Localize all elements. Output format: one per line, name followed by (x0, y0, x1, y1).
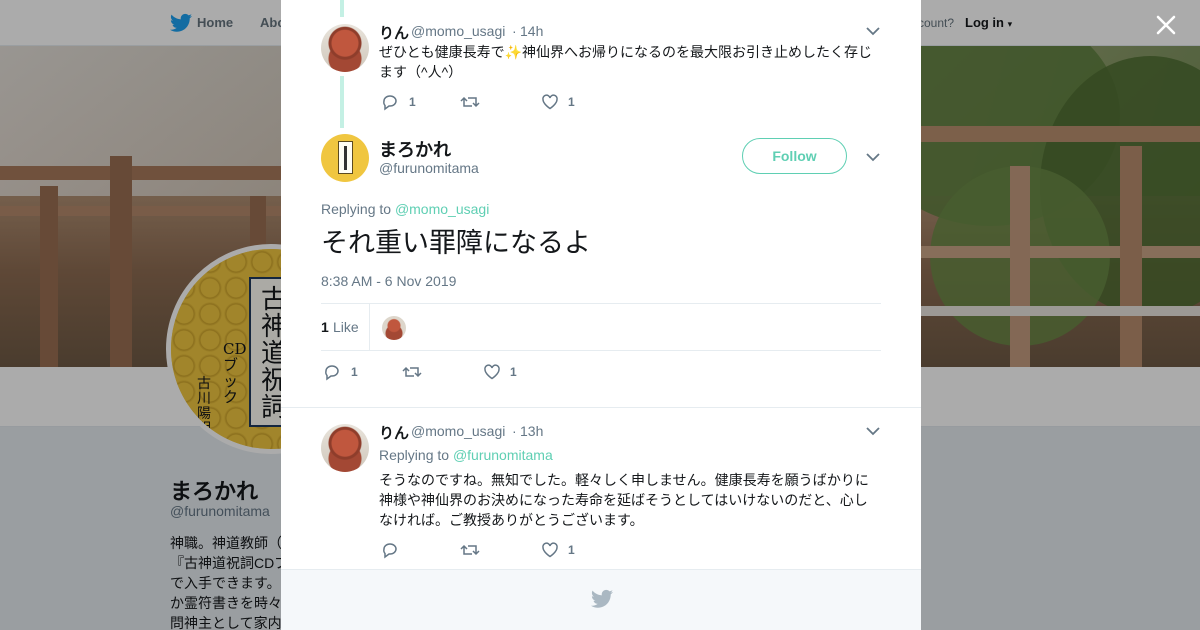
like-stat-count[interactable]: 1 (321, 319, 329, 335)
tweet-text: ぜひとも健康長寿で✨神仙界へお帰りになるのを最大限お引き止めしたく存じます（^人… (379, 42, 879, 82)
retweet-icon[interactable] (402, 363, 422, 381)
avatar[interactable] (321, 134, 369, 182)
tweet-timestamp[interactable]: 14h (520, 23, 543, 39)
chevron-down-icon[interactable] (866, 152, 880, 162)
separator-dot: · (512, 23, 517, 39)
reply-count: 1 (409, 95, 416, 109)
reply-icon[interactable] (323, 363, 341, 381)
reply-icon[interactable] (381, 541, 399, 559)
thread-line-parent (340, 76, 344, 128)
tweet-date[interactable]: 8:38 AM - 6 Nov 2019 (321, 273, 456, 289)
tweet-timestamp[interactable]: 13h (520, 423, 543, 439)
chevron-down-icon[interactable] (866, 426, 880, 436)
author-name[interactable]: まろかれ (379, 136, 451, 162)
replying-to-link[interactable]: @momo_usagi (395, 201, 489, 217)
modal-footer (281, 569, 921, 630)
tweet-stats: 1 Like (321, 303, 881, 351)
chevron-down-icon[interactable] (866, 26, 880, 36)
twitter-bird-icon[interactable] (591, 589, 613, 609)
follow-button[interactable]: Follow (742, 138, 847, 174)
like-count: 1 (568, 543, 575, 557)
retweet-icon[interactable] (460, 541, 480, 559)
retweet-icon[interactable] (460, 93, 480, 111)
avatar[interactable] (321, 24, 369, 72)
replying-to-link[interactable]: @furunomitama (453, 447, 553, 463)
author-name[interactable]: りん (379, 22, 409, 43)
tweet-modal: りん @momo_usagi · 14h ぜひとも健康長寿で✨神仙界へお帰りにな… (281, 0, 921, 630)
reply-count: 1 (351, 365, 358, 379)
close-icon[interactable] (1152, 11, 1180, 39)
avatar[interactable] (321, 424, 369, 472)
replying-to: Replying to @furunomitama (379, 447, 553, 463)
replying-prefix: Replying to (379, 447, 450, 463)
liker-avatar[interactable] (382, 316, 406, 340)
author-handle[interactable]: @momo_usagi (411, 23, 505, 39)
heart-icon[interactable] (541, 541, 559, 559)
heart-icon[interactable] (483, 363, 501, 381)
thread-line-top (340, 0, 344, 17)
like-count: 1 (568, 95, 575, 109)
tweet-divider (281, 407, 921, 408)
separator-dot: · (512, 423, 517, 439)
like-count: 1 (510, 365, 517, 379)
stat-divider (369, 304, 370, 350)
like-stat-label[interactable]: Like (333, 319, 359, 335)
author-name[interactable]: りん (379, 422, 409, 443)
tweet-text: そうなのですね。無知でした。軽々しく申しません。健康長寿を願うばかりに神様や神仙… (379, 472, 869, 528)
reply-icon[interactable] (381, 93, 399, 111)
tweet-text-body: ぜひとも健康長寿で✨神仙界へお帰りになるのを最大限お引き止めしたく存じます（^人… (379, 44, 873, 80)
author-handle[interactable]: @furunomitama (379, 160, 479, 176)
author-handle[interactable]: @momo_usagi (411, 423, 505, 439)
replying-prefix: Replying to (321, 201, 392, 217)
heart-icon[interactable] (541, 93, 559, 111)
tweet-text: それ重い罪障になるよ (321, 228, 591, 258)
replying-to: Replying to @momo_usagi (321, 201, 489, 217)
